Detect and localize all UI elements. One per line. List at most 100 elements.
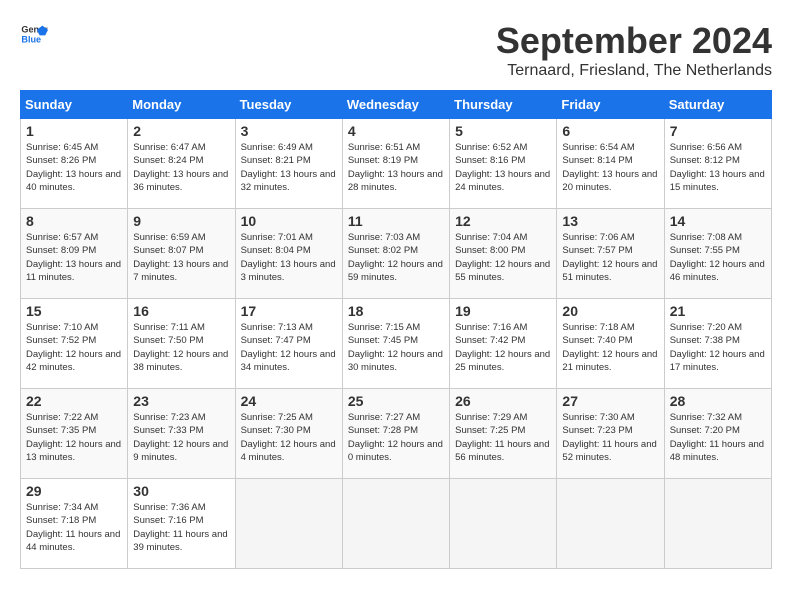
calendar-week-row: 8 Sunrise: 6:57 AM Sunset: 8:09 PM Dayli… (21, 209, 772, 299)
day-info: Sunrise: 7:22 AM Sunset: 7:35 PM Dayligh… (26, 411, 122, 464)
calendar-cell: 6 Sunrise: 6:54 AM Sunset: 8:14 PM Dayli… (557, 119, 664, 209)
calendar-subtitle: Ternaard, Friesland, The Netherlands (496, 62, 772, 80)
calendar-cell: 14 Sunrise: 7:08 AM Sunset: 7:55 PM Dayl… (664, 209, 771, 299)
day-number: 10 (241, 213, 337, 229)
day-number: 1 (26, 123, 122, 139)
day-number: 30 (133, 483, 229, 499)
day-number: 19 (455, 303, 551, 319)
day-number: 26 (455, 393, 551, 409)
calendar-cell: 8 Sunrise: 6:57 AM Sunset: 8:09 PM Dayli… (21, 209, 128, 299)
calendar-cell: 20 Sunrise: 7:18 AM Sunset: 7:40 PM Dayl… (557, 299, 664, 389)
day-number: 4 (348, 123, 444, 139)
day-info: Sunrise: 7:23 AM Sunset: 7:33 PM Dayligh… (133, 411, 229, 464)
day-number: 21 (670, 303, 766, 319)
day-info: Sunrise: 7:03 AM Sunset: 8:02 PM Dayligh… (348, 231, 444, 284)
col-saturday: Saturday (664, 91, 771, 119)
day-info: Sunrise: 6:47 AM Sunset: 8:24 PM Dayligh… (133, 141, 229, 194)
calendar-cell: 7 Sunrise: 6:56 AM Sunset: 8:12 PM Dayli… (664, 119, 771, 209)
day-number: 18 (348, 303, 444, 319)
calendar-cell: 10 Sunrise: 7:01 AM Sunset: 8:04 PM Dayl… (235, 209, 342, 299)
calendar-cell: 21 Sunrise: 7:20 AM Sunset: 7:38 PM Dayl… (664, 299, 771, 389)
calendar-cell: 2 Sunrise: 6:47 AM Sunset: 8:24 PM Dayli… (128, 119, 235, 209)
day-info: Sunrise: 7:11 AM Sunset: 7:50 PM Dayligh… (133, 321, 229, 374)
calendar-cell: 17 Sunrise: 7:13 AM Sunset: 7:47 PM Dayl… (235, 299, 342, 389)
calendar-cell: 15 Sunrise: 7:10 AM Sunset: 7:52 PM Dayl… (21, 299, 128, 389)
day-number: 17 (241, 303, 337, 319)
calendar-cell: 9 Sunrise: 6:59 AM Sunset: 8:07 PM Dayli… (128, 209, 235, 299)
calendar-cell (664, 479, 771, 569)
day-info: Sunrise: 7:32 AM Sunset: 7:20 PM Dayligh… (670, 411, 766, 464)
day-number: 14 (670, 213, 766, 229)
day-info: Sunrise: 7:36 AM Sunset: 7:16 PM Dayligh… (133, 501, 229, 554)
calendar-cell: 30 Sunrise: 7:36 AM Sunset: 7:16 PM Dayl… (128, 479, 235, 569)
calendar-cell: 25 Sunrise: 7:27 AM Sunset: 7:28 PM Dayl… (342, 389, 449, 479)
day-info: Sunrise: 6:57 AM Sunset: 8:09 PM Dayligh… (26, 231, 122, 284)
calendar-week-row: 15 Sunrise: 7:10 AM Sunset: 7:52 PM Dayl… (21, 299, 772, 389)
day-number: 16 (133, 303, 229, 319)
logo-icon: General Blue (20, 20, 48, 48)
calendar-cell: 23 Sunrise: 7:23 AM Sunset: 7:33 PM Dayl… (128, 389, 235, 479)
day-number: 13 (562, 213, 658, 229)
calendar-week-row: 29 Sunrise: 7:34 AM Sunset: 7:18 PM Dayl… (21, 479, 772, 569)
title-area: September 2024 Ternaard, Friesland, The … (496, 20, 772, 80)
calendar-cell (557, 479, 664, 569)
logo: General Blue (20, 20, 48, 48)
calendar-cell: 28 Sunrise: 7:32 AM Sunset: 7:20 PM Dayl… (664, 389, 771, 479)
calendar-cell: 1 Sunrise: 6:45 AM Sunset: 8:26 PM Dayli… (21, 119, 128, 209)
calendar-cell: 22 Sunrise: 7:22 AM Sunset: 7:35 PM Dayl… (21, 389, 128, 479)
day-info: Sunrise: 6:45 AM Sunset: 8:26 PM Dayligh… (26, 141, 122, 194)
day-info: Sunrise: 7:18 AM Sunset: 7:40 PM Dayligh… (562, 321, 658, 374)
day-info: Sunrise: 7:04 AM Sunset: 8:00 PM Dayligh… (455, 231, 551, 284)
day-info: Sunrise: 7:10 AM Sunset: 7:52 PM Dayligh… (26, 321, 122, 374)
day-number: 28 (670, 393, 766, 409)
day-info: Sunrise: 7:27 AM Sunset: 7:28 PM Dayligh… (348, 411, 444, 464)
day-number: 25 (348, 393, 444, 409)
day-number: 20 (562, 303, 658, 319)
calendar-cell: 29 Sunrise: 7:34 AM Sunset: 7:18 PM Dayl… (21, 479, 128, 569)
day-info: Sunrise: 7:30 AM Sunset: 7:23 PM Dayligh… (562, 411, 658, 464)
calendar-cell: 13 Sunrise: 7:06 AM Sunset: 7:57 PM Dayl… (557, 209, 664, 299)
day-info: Sunrise: 7:16 AM Sunset: 7:42 PM Dayligh… (455, 321, 551, 374)
col-thursday: Thursday (450, 91, 557, 119)
calendar-cell: 11 Sunrise: 7:03 AM Sunset: 8:02 PM Dayl… (342, 209, 449, 299)
day-info: Sunrise: 7:08 AM Sunset: 7:55 PM Dayligh… (670, 231, 766, 284)
calendar-title: September 2024 (496, 20, 772, 62)
day-info: Sunrise: 6:54 AM Sunset: 8:14 PM Dayligh… (562, 141, 658, 194)
day-number: 23 (133, 393, 229, 409)
day-info: Sunrise: 7:01 AM Sunset: 8:04 PM Dayligh… (241, 231, 337, 284)
day-number: 3 (241, 123, 337, 139)
day-info: Sunrise: 7:29 AM Sunset: 7:25 PM Dayligh… (455, 411, 551, 464)
svg-text:Blue: Blue (21, 34, 41, 44)
day-info: Sunrise: 7:25 AM Sunset: 7:30 PM Dayligh… (241, 411, 337, 464)
day-info: Sunrise: 6:51 AM Sunset: 8:19 PM Dayligh… (348, 141, 444, 194)
day-number: 2 (133, 123, 229, 139)
calendar-cell: 26 Sunrise: 7:29 AM Sunset: 7:25 PM Dayl… (450, 389, 557, 479)
day-info: Sunrise: 6:52 AM Sunset: 8:16 PM Dayligh… (455, 141, 551, 194)
day-number: 6 (562, 123, 658, 139)
calendar-cell: 3 Sunrise: 6:49 AM Sunset: 8:21 PM Dayli… (235, 119, 342, 209)
day-number: 7 (670, 123, 766, 139)
calendar-cell: 12 Sunrise: 7:04 AM Sunset: 8:00 PM Dayl… (450, 209, 557, 299)
header-row: Sunday Monday Tuesday Wednesday Thursday… (21, 91, 772, 119)
calendar-cell: 27 Sunrise: 7:30 AM Sunset: 7:23 PM Dayl… (557, 389, 664, 479)
day-info: Sunrise: 7:13 AM Sunset: 7:47 PM Dayligh… (241, 321, 337, 374)
col-tuesday: Tuesday (235, 91, 342, 119)
calendar-cell: 16 Sunrise: 7:11 AM Sunset: 7:50 PM Dayl… (128, 299, 235, 389)
col-friday: Friday (557, 91, 664, 119)
col-monday: Monday (128, 91, 235, 119)
day-number: 15 (26, 303, 122, 319)
day-info: Sunrise: 6:49 AM Sunset: 8:21 PM Dayligh… (241, 141, 337, 194)
header-area: General Blue September 2024 Ternaard, Fr… (20, 20, 772, 80)
day-info: Sunrise: 7:15 AM Sunset: 7:45 PM Dayligh… (348, 321, 444, 374)
col-wednesday: Wednesday (342, 91, 449, 119)
col-sunday: Sunday (21, 91, 128, 119)
calendar-cell (342, 479, 449, 569)
calendar-cell: 19 Sunrise: 7:16 AM Sunset: 7:42 PM Dayl… (450, 299, 557, 389)
day-info: Sunrise: 7:34 AM Sunset: 7:18 PM Dayligh… (26, 501, 122, 554)
day-number: 29 (26, 483, 122, 499)
day-info: Sunrise: 6:56 AM Sunset: 8:12 PM Dayligh… (670, 141, 766, 194)
day-number: 8 (26, 213, 122, 229)
day-number: 11 (348, 213, 444, 229)
calendar-cell: 24 Sunrise: 7:25 AM Sunset: 7:30 PM Dayl… (235, 389, 342, 479)
calendar-cell: 5 Sunrise: 6:52 AM Sunset: 8:16 PM Dayli… (450, 119, 557, 209)
